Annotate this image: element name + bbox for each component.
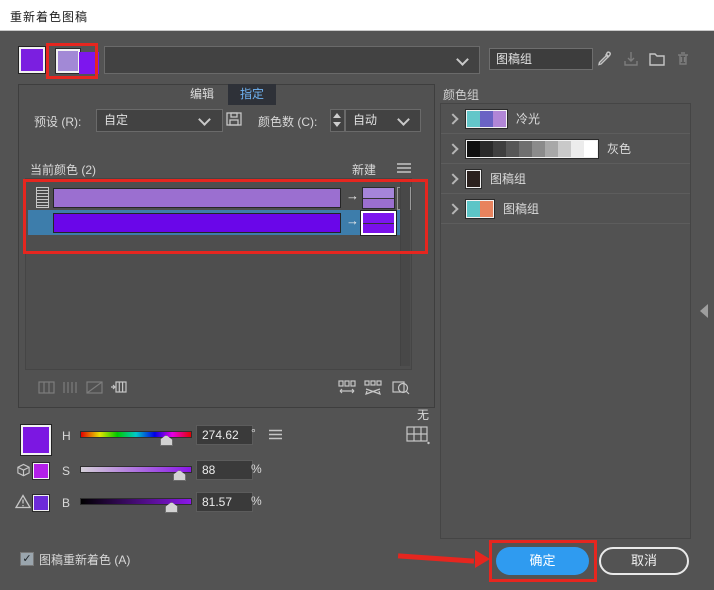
window-title: 重新着色图稿: [10, 8, 88, 25]
color-groups-header: 颜色组: [443, 86, 479, 103]
group-swatch: [493, 141, 506, 157]
recolor-art-checkbox[interactable]: ✓: [20, 552, 34, 566]
group-swatch-strip[interactable]: [466, 200, 494, 218]
annotation-arrow: [398, 548, 490, 570]
color-group-row[interactable]: 图稿组: [441, 194, 690, 224]
annotation-box-swatches: [46, 43, 98, 79]
merge-colors-icon[interactable]: [38, 380, 55, 395]
group-label: 灰色: [607, 140, 631, 157]
limit-library-none-label: 无: [417, 406, 429, 423]
save-group-icon[interactable]: [622, 50, 640, 68]
color-count-stepper[interactable]: [330, 109, 345, 132]
eyedropper-icon[interactable]: [595, 50, 613, 68]
saturation-value-input[interactable]: 88: [196, 460, 253, 480]
stepper-down-icon[interactable]: [333, 122, 341, 127]
group-swatch: [532, 141, 545, 157]
group-swatch: [584, 141, 597, 157]
brightness-unit: %: [251, 494, 262, 508]
brightness-slider[interactable]: [80, 498, 192, 505]
color-group-row[interactable]: 冷光: [441, 104, 690, 134]
cancel-button[interactable]: 取消: [599, 547, 689, 575]
menu-icon[interactable]: [396, 162, 412, 174]
window-titlebar: 重新着色图稿: [0, 0, 714, 31]
hue-unit: °: [251, 426, 256, 440]
group-label: 图稿组: [503, 200, 539, 217]
saturation-slider[interactable]: [80, 466, 192, 473]
group-swatch-strip[interactable]: [466, 110, 507, 128]
new-color-button[interactable]: 新建: [352, 161, 376, 178]
group-swatch: [545, 141, 558, 157]
group-swatch: [480, 201, 493, 217]
find-color-icon[interactable]: [392, 379, 410, 396]
color-group-preview-dropdown[interactable]: [104, 46, 480, 74]
separate-colors-icon[interactable]: [62, 380, 79, 395]
group-swatch: [467, 111, 480, 127]
brightness-label: B: [62, 496, 70, 510]
annotation-box-ok: [489, 540, 597, 582]
expand-group-chevron-icon[interactable]: [447, 203, 458, 214]
collapse-panel-icon[interactable]: [700, 304, 708, 318]
hsb-menu-icon[interactable]: [268, 429, 283, 440]
stepper-up-icon[interactable]: [333, 113, 341, 118]
saturation-slider-thumb[interactable]: [173, 470, 186, 481]
hue-slider[interactable]: [80, 431, 192, 438]
hue-slider-thumb[interactable]: [160, 435, 173, 446]
harmony-link-icon[interactable]: [338, 379, 357, 396]
color-group-row[interactable]: 灰色: [441, 134, 690, 164]
expand-group-chevron-icon[interactable]: [447, 113, 458, 124]
expand-group-chevron-icon[interactable]: [447, 143, 458, 154]
color-groups-list: 冷光灰色图稿组图稿组: [440, 103, 691, 539]
web-safe-color-chip[interactable]: [33, 463, 49, 479]
web-safe-cube-icon[interactable]: [16, 463, 31, 479]
gamut-color-chip[interactable]: [33, 495, 49, 511]
group-label: 冷光: [516, 110, 540, 127]
group-swatch-strip[interactable]: [466, 170, 481, 188]
preset-label: 预设 (R):: [34, 113, 81, 130]
hue-label: H: [62, 429, 71, 443]
group-label: 图稿组: [490, 170, 526, 187]
annotation-box-color-rows: [23, 179, 428, 254]
group-swatch: [571, 141, 584, 157]
group-swatch: [467, 171, 480, 187]
group-swatch: [493, 111, 506, 127]
exclude-colors-icon[interactable]: [86, 380, 103, 395]
tab-assign[interactable]: 指定: [228, 84, 276, 105]
gamut-warning-icon[interactable]: [15, 494, 31, 509]
saturation-unit: %: [251, 462, 262, 476]
active-color-swatch[interactable]: [19, 47, 45, 73]
group-swatch: [467, 201, 480, 217]
group-swatch-strip[interactable]: [466, 140, 598, 158]
selected-color-swatch[interactable]: [21, 425, 51, 455]
saturation-label: S: [62, 464, 70, 478]
recolor-art-checkbox-label: 图稿重新着色 (A): [39, 551, 130, 568]
recolor-artwork-dialog: 重新着色图稿 图稿组 编辑 指定 预设 (R): 自定: [0, 0, 714, 590]
save-preset-icon[interactable]: [225, 111, 243, 127]
hue-value-input[interactable]: 274.62: [196, 425, 253, 445]
folder-icon[interactable]: [648, 51, 666, 67]
brightness-value-input[interactable]: 81.57: [196, 492, 253, 512]
group-swatch: [467, 141, 480, 157]
chevron-down-icon: [456, 53, 469, 66]
group-swatch: [519, 141, 532, 157]
group-name-input[interactable]: 图稿组: [489, 48, 593, 70]
expand-group-chevron-icon[interactable]: [447, 173, 458, 184]
color-count-select[interactable]: 自动: [345, 109, 421, 132]
brightness-slider-thumb[interactable]: [165, 502, 178, 513]
color-count-label: 颜色数 (C):: [258, 113, 317, 130]
randomize-order-icon[interactable]: [364, 379, 383, 396]
color-group-row[interactable]: 图稿组: [441, 164, 690, 194]
limit-library-icon[interactable]: [406, 425, 430, 445]
tab-edit[interactable]: 编辑: [178, 84, 226, 105]
current-colors-header: 当前颜色 (2): [30, 161, 96, 178]
trash-icon[interactable]: [675, 50, 691, 68]
new-row-icon[interactable]: [110, 379, 128, 395]
group-swatch: [558, 141, 571, 157]
group-swatch: [480, 111, 493, 127]
group-swatch: [480, 141, 493, 157]
group-swatch: [506, 141, 519, 157]
